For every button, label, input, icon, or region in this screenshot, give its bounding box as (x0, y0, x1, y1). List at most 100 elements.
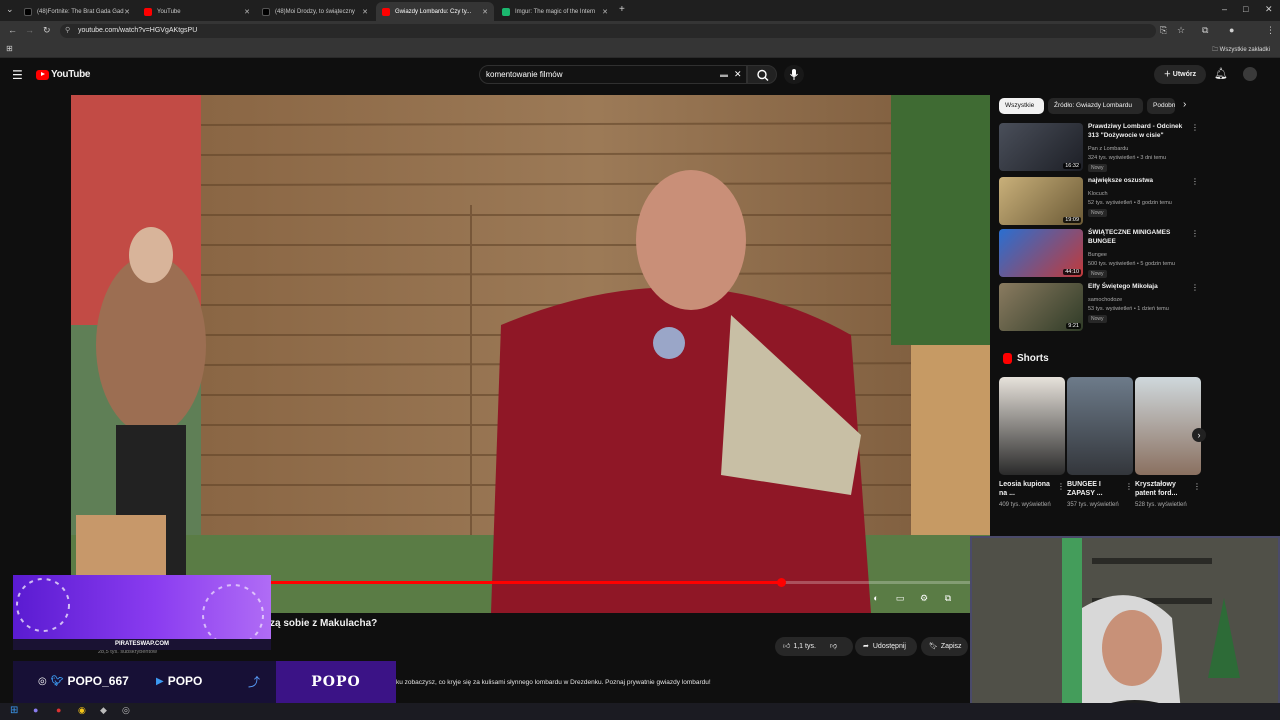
more-actions-icon[interactable]: ⋮ (1193, 482, 1201, 491)
close-window-icon[interactable]: ✕ (1265, 4, 1273, 15)
browser-tab-3[interactable]: (48)Moi Drodzy, to świąteczny ✕ (256, 2, 374, 21)
avatar[interactable] (1243, 67, 1257, 81)
taskbar-app-icon[interactable]: ◎ (122, 705, 130, 716)
site-info-icon[interactable]: ⚲ (65, 24, 70, 38)
start-menu-icon[interactable]: ⊞ (10, 705, 18, 716)
video-description[interactable]: ku zobaczysz, co kryje się za kulisami s… (396, 679, 711, 686)
short-thumbnail[interactable] (999, 377, 1065, 475)
more-actions-icon[interactable]: ⋮ (1191, 283, 1199, 292)
bookmark-icon: 🔖︎ (929, 643, 938, 650)
url-field[interactable]: ⚲ youtube.com/watch?v=HGVgAKtgsPU (60, 24, 1156, 38)
video-title-link[interactable]: Prawdziwy Lombard - Odcinek 313 "Dożywoc… (1088, 123, 1188, 140)
short-title[interactable]: Kryształowy patent ford... (1135, 480, 1193, 498)
reload-icon[interactable]: ↻ (43, 25, 51, 36)
menu-dots-icon[interactable]: ⋮ (1266, 25, 1275, 36)
share-icon: ➦ (863, 643, 869, 650)
streamer-logo: POPO (276, 661, 396, 704)
search-input[interactable]: komentowanie filmów ▬ ✕ (479, 65, 747, 84)
short-title[interactable]: BUNGEE I ZAPASY ... (1067, 480, 1125, 498)
video-player[interactable] (71, 95, 990, 613)
more-actions-icon[interactable]: ⋮ (1191, 177, 1199, 186)
video-thumbnail[interactable]: 44:10 (999, 229, 1083, 277)
video-thumbnail[interactable]: 9:21 (999, 283, 1083, 331)
taskbar-app-icon[interactable]: ◆ (100, 705, 107, 716)
recommendation-item[interactable]: 44:10 ŚWIĄTECZNE MINIGAMES BUNGEE Bungee… (999, 229, 1201, 279)
subtitles-icon[interactable]: ▭ (893, 591, 907, 605)
short-title[interactable]: Leosia kupiona na ... (999, 480, 1057, 498)
tiktok-favicon-icon (24, 7, 32, 16)
chip-source[interactable]: Źródło: Gwiazdy Lombardu (1048, 98, 1143, 114)
browser-tab-5[interactable]: Imgur: The magic of the Intern ✕ (496, 2, 614, 21)
video-thumbnail[interactable]: 16:32 (999, 123, 1083, 171)
youtube-logo[interactable]: YouTube (36, 69, 91, 80)
video-thumbnail[interactable]: 19:09 (999, 177, 1083, 225)
plus-icon: ＋ (1163, 71, 1173, 78)
extensions-icon[interactable]: ⧉ (1202, 25, 1208, 36)
autoplay-toggle-icon[interactable]: ◐ (869, 591, 883, 605)
bookmark-star-icon[interactable]: ☆ (1177, 25, 1185, 36)
progress-scrubber[interactable] (777, 578, 786, 587)
taskbar-app-icon[interactable]: ● (56, 705, 61, 715)
channel-name[interactable]: samochodoze (1088, 296, 1198, 304)
back-icon[interactable]: ← (8, 25, 17, 35)
browser-tab-4[interactable]: Gwiazdy Lombardu: Czy ty... ✕ (376, 2, 494, 21)
chips-next-icon[interactable]: › (1183, 99, 1186, 110)
share-button[interactable]: ➦ Udostępnij (855, 637, 917, 656)
hamburger-menu-icon[interactable]: ☰ (12, 68, 23, 82)
close-tab-icon[interactable]: ✕ (244, 8, 250, 16)
browser-tab-2[interactable]: YouTube ✕ (138, 2, 256, 21)
video-title-link[interactable]: ŚWIĄTECZNE MINIGAMES BUNGEE (1088, 229, 1188, 246)
channel-name[interactable]: Pan z Lombardu (1088, 145, 1198, 153)
profile-icon[interactable]: ● (1229, 25, 1234, 35)
like-button[interactable]: 👍︎ 1,1 tys. 👎︎ (775, 637, 853, 656)
save-button[interactable]: 🔖︎ Zapisz (921, 637, 968, 656)
video-progress-bar[interactable] (270, 578, 970, 587)
chip-all[interactable]: Wszystkie (999, 98, 1044, 114)
more-actions-icon[interactable]: ⋮ (1191, 123, 1199, 132)
more-actions-icon[interactable]: ⋮ (1125, 482, 1133, 491)
close-tab-icon[interactable]: ✕ (124, 8, 130, 16)
channel-name[interactable]: Klocuch (1088, 190, 1198, 198)
recommendation-item[interactable]: 16:32 Prawdziwy Lombard - Odcinek 313 "D… (999, 123, 1201, 173)
all-bookmarks-label: Wszystkie zakładki (1219, 47, 1271, 53)
taskbar-app-icon[interactable]: ● (33, 705, 38, 715)
settings-gear-icon[interactable]: ⚙ (917, 591, 931, 605)
video-title-link[interactable]: największe oszustwa (1088, 177, 1188, 186)
close-tab-icon[interactable]: ✕ (482, 8, 488, 16)
short-item[interactable]: BUNGEE I ZAPASY ... 357 tys. wyświetleń … (1067, 377, 1133, 527)
thumbs-down-icon[interactable]: 👎︎ (830, 637, 837, 656)
create-button[interactable]: ＋ Utwórz (1154, 65, 1206, 84)
chrome-taskbar-icon[interactable]: ◉ (78, 705, 86, 716)
recommendation-item[interactable]: 9:21 Elfy Świętego Mikołaja samochodoze … (999, 283, 1201, 333)
forward-icon[interactable]: → (25, 25, 34, 35)
maximize-icon[interactable]: □ (1243, 4, 1248, 14)
short-item[interactable]: Kryształowy patent ford... 528 tys. wyśw… (1135, 377, 1201, 527)
minimize-icon[interactable]: – (1222, 4, 1227, 14)
video-title-link[interactable]: Elfy Świętego Mikołaja (1088, 283, 1188, 292)
more-actions-icon[interactable]: ⋮ (1057, 482, 1065, 491)
voice-search-button[interactable] (784, 65, 804, 84)
notifications-bell-icon[interactable]: 🔔︎ (1214, 67, 1228, 80)
miniplayer-icon[interactable]: ⧉ (941, 591, 955, 605)
install-icon[interactable]: ⎘ (1160, 25, 1167, 36)
shorts-next-icon[interactable]: › (1192, 428, 1206, 442)
search-button[interactable] (747, 65, 777, 84)
short-thumbnail[interactable] (1067, 377, 1133, 475)
new-tab-icon[interactable]: + (619, 4, 625, 15)
apps-grid-icon[interactable]: ⊞ (6, 44, 13, 53)
short-item[interactable]: Leosia kupiona na ... 409 tys. wyświetle… (999, 377, 1065, 527)
recommendation-item[interactable]: 19:09 największe oszustwa Klocuch 52 tys… (999, 177, 1201, 227)
new-badge: Nowy (1088, 209, 1107, 217)
tab-title: Gwiazdy Lombardu: Czy ty... (395, 8, 472, 15)
browser-tab-1[interactable]: (48)Fortnite: The Brat Gada Gad ✕ (18, 2, 136, 21)
clear-search-icon[interactable]: ✕ (734, 66, 742, 83)
short-thumbnail[interactable] (1135, 377, 1201, 475)
tab-search-icon[interactable]: ⌄ (6, 4, 14, 15)
more-actions-icon[interactable]: ⋮ (1191, 229, 1199, 238)
channel-name[interactable]: Bungee (1088, 251, 1198, 259)
chip-related[interactable]: Podobne (1147, 98, 1175, 114)
close-tab-icon[interactable]: ✕ (602, 8, 608, 16)
close-tab-icon[interactable]: ✕ (362, 8, 368, 16)
keyboard-icon[interactable]: ▬ (720, 66, 728, 83)
all-bookmarks[interactable]: 🗀 Wszystkie zakładki (1212, 45, 1270, 55)
